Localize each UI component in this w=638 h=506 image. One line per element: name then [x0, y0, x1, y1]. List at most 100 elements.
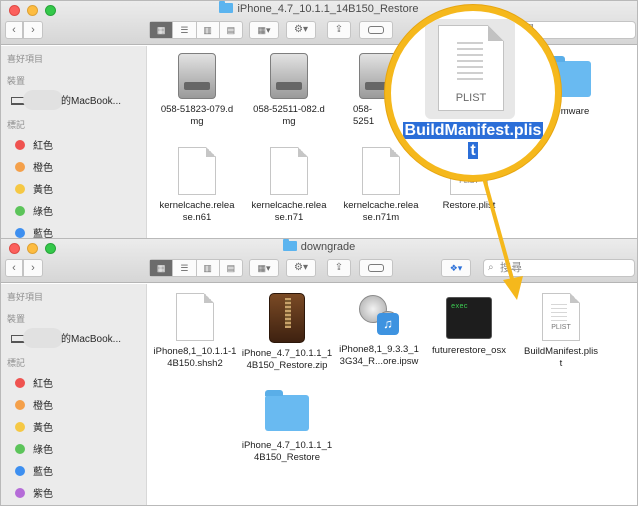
- tag-dot-icon: [15, 488, 25, 498]
- file-name: 4B150_Restore: [253, 452, 321, 463]
- sidebar-devices-header: 裝置: [7, 76, 26, 86]
- dropbox-button[interactable]: ❖▾: [441, 259, 471, 277]
- selected-file-name: BuildManifest.plis t: [402, 122, 544, 159]
- tag-dot-icon: [15, 378, 25, 388]
- file-item[interactable]: kernelcache.relea se.n61: [149, 147, 245, 224]
- file-name: 4B150_Restore.zip: [246, 360, 328, 371]
- column-view-icon[interactable]: ▥: [197, 260, 220, 276]
- file-name: se.n71m: [362, 212, 400, 223]
- search-field[interactable]: ⌕搜尋: [483, 259, 635, 277]
- file-name: kernelcache.relea: [159, 200, 235, 211]
- file-item[interactable]: ♫ iPhone8,1_9.3.3_1 3G34_R...ore.ipsw: [331, 293, 427, 368]
- file-name: kernelcache.relea: [343, 200, 419, 211]
- file-item[interactable]: 058-5251: [333, 53, 397, 128]
- document-icon: [176, 293, 214, 341]
- arrange-button[interactable]: ▦▾: [249, 259, 279, 277]
- finder-window-downgrade: downgrade ‹ › ▦ ☰ ▥ ▤ ▦▾ ⚙▾ ⇪ ❖▾ ⌕ 搜尋 喜好項…: [0, 238, 638, 506]
- file-item[interactable]: 058-52511-082.d mg: [241, 53, 337, 128]
- window-title: downgrade: [1, 239, 637, 253]
- redacted-name: [23, 90, 63, 110]
- plist-icon: PLIST: [542, 293, 580, 341]
- tag-dot-icon: [15, 466, 25, 476]
- back-button[interactable]: ‹: [5, 259, 23, 277]
- tag-button[interactable]: [359, 259, 393, 277]
- sidebar-favorites-header: 喜好項目: [7, 292, 44, 302]
- sidebar-tag-red[interactable]: 紅色: [15, 375, 53, 390]
- sidebar-tag-purple[interactable]: 紫色: [15, 485, 53, 500]
- file-name: futurerestore_osx: [432, 345, 506, 356]
- zip-archive-icon: [269, 293, 305, 343]
- file-name: iPhone_4.7_10.1.1_1: [241, 348, 333, 359]
- sidebar: 喜好項目 裝置 的MacBook... 標記 紅色 橙色 黃色 綠色 藍色: [1, 46, 147, 239]
- redacted-name: [23, 328, 63, 348]
- tag-dot-icon: [15, 140, 25, 150]
- sidebar-item-macbook[interactable]: 的MacBook...: [11, 328, 121, 348]
- document-icon: [362, 147, 400, 195]
- file-name: kernelcache.relea: [251, 200, 327, 211]
- sidebar-tag-orange[interactable]: 橙色: [15, 159, 53, 174]
- sidebar-tag-yellow[interactable]: 黃色: [15, 181, 53, 196]
- view-mode-control[interactable]: ▦ ☰ ▥ ▤: [149, 259, 243, 277]
- file-item-buildmanifest[interactable]: PLIST BuildManifest.plis t: [513, 293, 609, 370]
- arrange-button[interactable]: ▦▾: [249, 21, 279, 39]
- view-mode-control[interactable]: ▦ ☰ ▥ ▤: [149, 21, 243, 39]
- sidebar-devices-header: 裝置: [7, 314, 26, 324]
- back-button[interactable]: ‹: [5, 21, 23, 39]
- file-name: t: [559, 358, 563, 369]
- terminal-exec-icon: exec: [446, 297, 492, 339]
- sidebar-tags-header: 標記: [7, 120, 26, 130]
- share-button[interactable]: ⇪: [327, 259, 351, 277]
- tag-dot-icon: [15, 162, 25, 172]
- file-name: 058-52511-082.d: [253, 104, 325, 115]
- title-bar: downgrade ‹ › ▦ ☰ ▥ ▤ ▦▾ ⚙▾ ⇪ ❖▾ ⌕ 搜尋: [1, 239, 637, 283]
- tag-dot-icon: [15, 400, 25, 410]
- sidebar-tag-orange[interactable]: 橙色: [15, 397, 53, 412]
- document-icon: [270, 147, 308, 195]
- forward-button[interactable]: ›: [23, 21, 43, 39]
- list-view-icon[interactable]: ☰: [173, 22, 197, 38]
- tag-button[interactable]: [359, 21, 393, 39]
- column-view-icon[interactable]: ▥: [197, 22, 220, 38]
- forward-button[interactable]: ›: [23, 259, 43, 277]
- search-icon: ⌕: [488, 262, 494, 273]
- file-item[interactable]: iPhone8,1_10.1.1-1 4B150.shsh2: [147, 293, 243, 370]
- zoom-magnifier: PLIST BuildManifest.plis t: [385, 5, 561, 181]
- file-item[interactable]: iPhone_4.7_10.1.1_1 4B150_Restore.zip: [239, 293, 335, 372]
- file-item[interactable]: kernelcache.relea se.n71: [241, 147, 337, 224]
- folder-icon: [219, 1, 234, 13]
- share-button[interactable]: ⇪: [327, 21, 351, 39]
- sidebar-tag-blue[interactable]: 藍色: [15, 463, 53, 478]
- action-gear-button[interactable]: ⚙▾: [286, 21, 316, 39]
- sidebar-tag-red[interactable]: 紅色: [15, 137, 53, 152]
- file-name: se.n71: [274, 212, 304, 223]
- action-gear-button[interactable]: ⚙▾: [286, 259, 316, 277]
- icon-view-icon[interactable]: ▦: [150, 260, 174, 276]
- file-name: mg: [190, 116, 204, 127]
- tag-dot-icon: [15, 228, 25, 238]
- file-item[interactable]: 058-51823-079.d mg: [149, 53, 245, 128]
- sidebar-item-macbook[interactable]: 的MacBook...: [11, 90, 121, 110]
- file-item[interactable]: exec futurerestore_osx: [421, 293, 517, 357]
- tag-dot-icon: [15, 422, 25, 432]
- folder-icon: [282, 239, 297, 251]
- window-title: iPhone_4.7_10.1.1_14B150_Restore: [1, 1, 637, 15]
- sidebar-tags-header: 標記: [7, 358, 26, 368]
- file-name: 4B150.shsh2: [167, 358, 223, 369]
- folder-item[interactable]: iPhone_4.7_10.1.1_1 4B150_Restore: [239, 387, 335, 464]
- file-name: iPhone8,1_9.3.3_1: [339, 344, 419, 355]
- cover-flow-icon[interactable]: ▤: [220, 260, 242, 276]
- cover-flow-icon[interactable]: ▤: [220, 22, 242, 38]
- tag-dot-icon: [15, 184, 25, 194]
- sidebar-tag-yellow[interactable]: 黃色: [15, 419, 53, 434]
- plist-icon: PLIST: [438, 25, 504, 111]
- dmg-icon: [178, 53, 216, 99]
- file-name: iPhone8,1_10.1.1-1: [153, 346, 237, 357]
- list-view-icon[interactable]: ☰: [173, 260, 197, 276]
- sidebar-tag-green[interactable]: 綠色: [15, 441, 53, 456]
- document-icon: [178, 147, 216, 195]
- file-name: 3G34_R...ore.ipsw: [339, 356, 419, 367]
- icon-view-icon[interactable]: ▦: [150, 22, 174, 38]
- sidebar-tag-green[interactable]: 綠色: [15, 203, 53, 218]
- file-name: iPhone_4.7_10.1.1_1: [241, 440, 333, 451]
- sidebar-favorites-header: 喜好項目: [7, 54, 44, 64]
